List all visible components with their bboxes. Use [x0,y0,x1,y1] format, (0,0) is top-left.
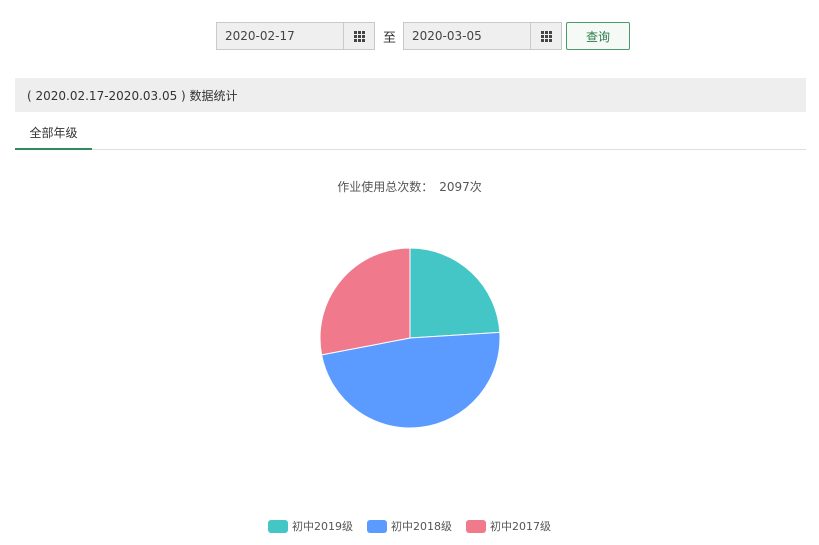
stats-title: ( 2020.02.17-2020.03.05 ) 数据统计 [27,88,238,103]
usage-total: 2097次 [439,180,482,194]
legend-item[interactable]: 初中2017级 [466,518,551,534]
start-date-picker [216,22,375,50]
calendar-grid-icon [353,30,365,42]
usage-summary-label: 作业使用总次数： [337,180,434,194]
stats-header: ( 2020.02.17-2020.03.05 ) 数据统计 [15,78,806,112]
legend-swatch [268,519,288,533]
pie-slice[interactable] [409,247,501,339]
legend-item[interactable]: 初中2019级 [268,518,353,534]
tab-all-grades[interactable]: 全部年级 [15,122,92,150]
query-button[interactable]: 查询 [566,22,631,50]
page: 至 查询 ( 2020.02.17-2020.03.05 ) 数据统计 全部年级… [0,0,819,545]
legend-item[interactable]: 初中2018级 [367,518,452,534]
pie-slice[interactable] [319,247,411,356]
chart-legend: 初中2019级 初中2018级 初中2017级 [0,518,819,534]
start-date-input[interactable] [217,23,343,49]
legend-label: 初中2019级 [292,520,353,533]
end-date-input[interactable] [404,23,531,49]
date-filter: 至 查询 [216,22,631,50]
grade-tabs: 全部年级 [15,122,806,150]
calendar-grid-icon [540,30,552,42]
end-date-picker [403,22,563,50]
legend-swatch [367,519,387,533]
legend-swatch [466,519,486,533]
start-calendar-button[interactable] [343,23,374,49]
legend-label: 初中2017级 [490,520,551,533]
legend-label: 初中2018级 [391,520,452,533]
usage-summary: 作业使用总次数： 2097次 [0,178,819,195]
end-calendar-button[interactable] [530,23,562,49]
date-range-separator: 至 [383,30,397,46]
